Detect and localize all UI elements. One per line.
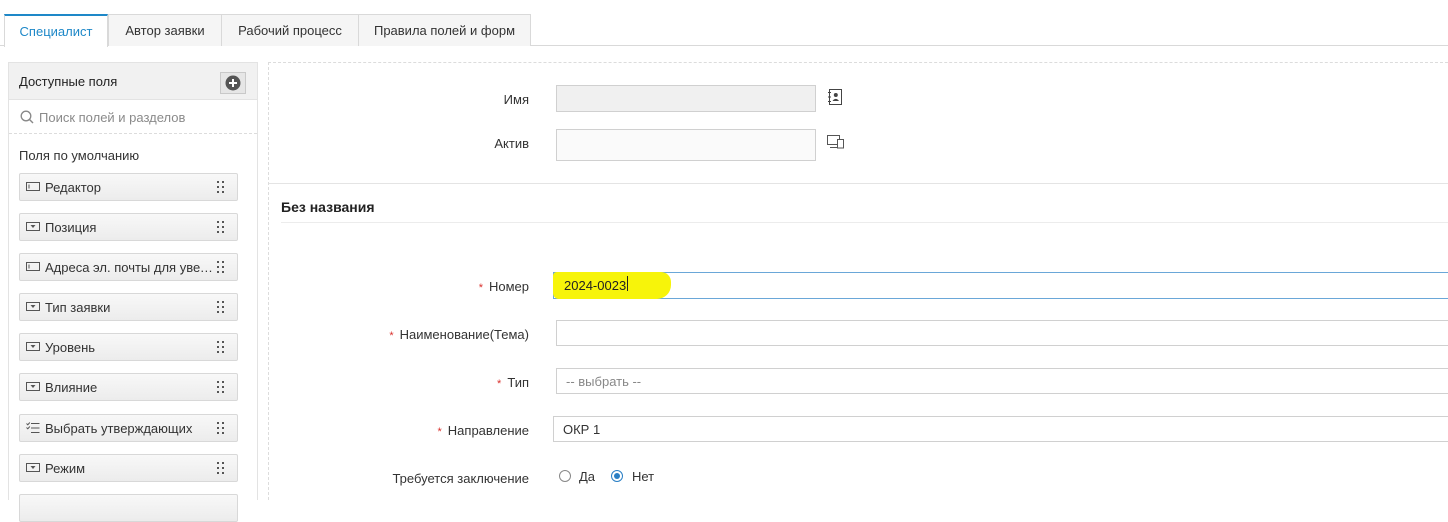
number-field[interactable]: [553, 272, 1448, 299]
tab-specialist[interactable]: Специалист: [4, 14, 108, 47]
type-select[interactable]: -- выбрать --: [556, 368, 1448, 394]
field-label: Тип заявки: [45, 300, 111, 315]
type-label: * Тип: [269, 375, 529, 390]
conclusion-yes-radio[interactable]: [559, 470, 571, 482]
drag-handle-icon[interactable]: [217, 181, 225, 193]
section-title: Без названия: [281, 199, 375, 215]
search-icon: [20, 110, 34, 124]
devices-icon[interactable]: [827, 135, 845, 149]
field-item-editor[interactable]: Редактор: [19, 173, 238, 201]
tab-label: Автор заявки: [125, 23, 205, 38]
form-designer: Имя Актив Без названия * Номер 2024-0023 …: [268, 62, 1448, 500]
add-field-button[interactable]: [220, 72, 246, 94]
tab-bar: Специалист Автор заявки Рабочий процесс …: [0, 0, 1448, 47]
asset-field[interactable]: [556, 129, 816, 161]
field-label: Редактор: [45, 180, 101, 195]
required-marker: *: [478, 282, 483, 294]
name-label: Имя: [503, 92, 529, 107]
conclusion-no-label: Нет: [632, 469, 655, 484]
tab-request-author[interactable]: Автор заявки: [108, 14, 222, 46]
drag-handle-icon[interactable]: [217, 462, 225, 474]
type-select-placeholder: -- выбрать --: [566, 373, 642, 389]
drag-handle-icon[interactable]: [217, 422, 225, 434]
field-item-level[interactable]: Уровень: [19, 333, 238, 361]
drag-handle-icon[interactable]: [217, 381, 225, 393]
drag-handle-icon[interactable]: [217, 261, 225, 273]
field-item-mode[interactable]: Режим: [19, 454, 238, 482]
contact-card-icon[interactable]: [828, 89, 842, 105]
conclusion-label: Требуется заключение: [392, 471, 529, 486]
field-item-impact[interactable]: Влияние: [19, 373, 238, 401]
default-fields-label: Поля по умолчанию: [19, 148, 140, 163]
panel-header: Доступные поля: [9, 63, 257, 100]
drag-handle-icon[interactable]: [217, 341, 225, 353]
field-label: Влияние: [45, 380, 98, 395]
checklist-field-icon: [26, 422, 40, 433]
conclusion-yes-label: Да: [579, 469, 596, 484]
field-label: Режим: [45, 461, 86, 476]
tab-workflow[interactable]: Рабочий процесс: [221, 14, 359, 46]
required-marker: *: [497, 378, 502, 390]
drag-handle-icon[interactable]: [217, 301, 225, 313]
field-item-request-type[interactable]: Тип заявки: [19, 293, 238, 321]
subject-field[interactable]: [556, 320, 1448, 346]
asset-label: Актив: [494, 136, 529, 151]
number-label: * Номер: [269, 279, 529, 294]
drag-handle-icon[interactable]: [217, 221, 225, 233]
tab-label: Рабочий процесс: [238, 23, 342, 38]
direction-select-value: ОКР 1: [563, 421, 601, 437]
subject-label-text: Наименование(Тема): [399, 327, 529, 342]
field-item-next[interactable]: [19, 494, 238, 522]
text-field-icon: [26, 182, 40, 191]
tab-label: Правила полей и форм: [373, 23, 516, 38]
required-marker: *: [389, 330, 394, 342]
direction-label-text: Направление: [447, 423, 529, 438]
section-title-underline: [281, 222, 1448, 223]
text-field-icon: [26, 262, 40, 271]
conclusion-no-radio[interactable]: [611, 470, 623, 482]
panel-title: Доступные поля: [19, 74, 118, 89]
required-marker: *: [437, 426, 442, 438]
field-label: Выбрать утверждающих: [45, 421, 193, 436]
direction-label: * Направление: [269, 423, 530, 438]
subject-label: * Наименование(Тема): [269, 327, 529, 342]
dropdown-field-icon: [26, 222, 40, 231]
dropdown-field-icon: [26, 342, 40, 351]
section-divider: [269, 183, 1448, 184]
field-label: Адреса эл. почты для уведомлений: [45, 260, 213, 275]
field-label: Позиция: [45, 220, 97, 235]
dropdown-field-icon: [26, 382, 40, 391]
tab-label: Специалист: [19, 24, 93, 39]
dropdown-field-icon: [26, 302, 40, 311]
direction-select[interactable]: ОКР 1: [553, 416, 1448, 442]
available-fields-panel: Доступные поля Поля по умолчанию Редакто…: [8, 62, 258, 522]
tab-field-rules[interactable]: Правила полей и форм: [358, 14, 531, 46]
dropdown-field-icon: [26, 463, 40, 472]
plus-circle-icon: [225, 75, 241, 91]
search-input[interactable]: [39, 107, 244, 127]
field-item-position[interactable]: Позиция: [19, 213, 238, 241]
field-label: Уровень: [45, 340, 96, 355]
field-search: [9, 100, 257, 134]
field-item-approvers[interactable]: Выбрать утверждающих: [19, 414, 238, 442]
number-field-value: 2024-0023: [564, 278, 627, 293]
field-item-notify-emails[interactable]: Адреса эл. почты для уведомлений: [19, 253, 238, 281]
name-field[interactable]: [556, 85, 816, 112]
number-label-text: Номер: [488, 279, 529, 294]
type-label-text: Тип: [507, 375, 529, 390]
text-caret: [627, 276, 628, 291]
